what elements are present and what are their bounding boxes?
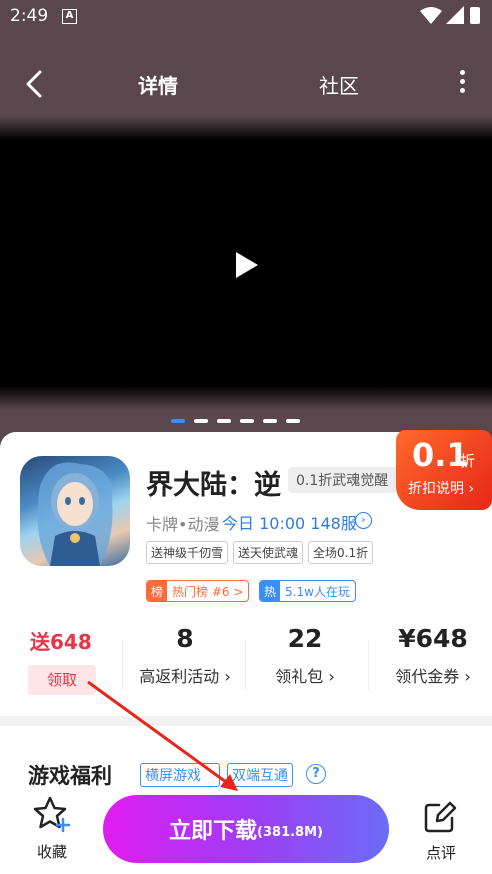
rebate-stat[interactable]: 8 高返利活动 › [135,624,235,687]
stat-separator [368,640,369,690]
discount-tag: 0.1折武魂觉醒 [288,467,398,493]
rank-badge[interactable]: 榜 热门榜 #6 > [146,580,250,602]
landscape-tag: 横屏游戏 [140,763,220,787]
rank-badge-key: 榜 [147,581,168,601]
hot-badge-key: 热 [260,581,281,601]
gift-amount: 送648 [30,630,92,654]
rebate-label[interactable]: 高返利活动 › [135,663,235,687]
claim-button[interactable]: 领取 [28,665,96,695]
gift-packs-count: 22 [287,624,323,653]
rank-badge-value: 热门榜 #6 > [172,585,244,599]
welfare-title: 游戏福利 [28,764,112,788]
carousel-dot[interactable] [171,419,185,423]
game-genre: 卡牌•动漫 [146,515,220,534]
gift-packs-label[interactable]: 领礼包 › [260,663,350,687]
gift-packs-stat[interactable]: 22 领礼包 › [260,624,350,687]
play-icon[interactable] [236,252,258,278]
star-add-icon [33,796,71,833]
favorite-label: 收藏 [36,843,67,861]
carousel-dot[interactable] [286,419,300,423]
stat-separator [122,640,123,690]
carousel-dots[interactable] [171,419,300,423]
hot-badge: 热 5.1w人在玩 [259,580,356,602]
bottom-action-bar: 收藏 立即下载 (381.8M) 点评 [0,790,492,874]
carousel-dot[interactable] [194,419,208,423]
discount-unit: 折 [460,452,476,470]
game-name: 界大陆：逆转 [146,470,281,499]
download-button[interactable]: 立即下载 (381.8M) [103,795,389,863]
edit-review-icon [424,801,457,833]
discount-corner-badge[interactable]: 0.1 折 折扣说明 › [396,430,492,510]
game-tag: 送神级千仞雪 [146,541,229,564]
voucher-stat[interactable]: ¥648 领代金券 › [386,624,480,687]
video-player[interactable] [0,116,492,410]
game-tag: 送天使武魂 [233,541,304,564]
game-tag: 全场0.1折 [308,541,374,564]
download-label: 立即下载 [169,819,258,844]
more-options-icon[interactable] [452,70,472,98]
discount-explanation-link[interactable]: 折扣说明 › [408,478,474,498]
download-size: (381.8M) [257,824,323,840]
status-time: 2:49 [10,6,49,26]
help-icon[interactable]: ? [306,764,326,784]
server-open-time[interactable]: 今日 10:00 148服 [222,510,357,534]
back-arrow-icon[interactable] [20,68,50,100]
cross-platform-tag: 双端互通 [227,763,293,787]
signal-icon [446,6,464,24]
voucher-amount: ¥648 [398,624,468,653]
tab-details[interactable]: 详情 [138,70,178,99]
section-divider [0,716,492,726]
stat-separator [245,640,246,690]
game-tags: 送神级千仞雪 送天使武魂 全场0.1折 [146,541,374,564]
video-fade-top [0,116,492,140]
status-bar: 2:49 A [0,0,492,34]
gift-stat: 送648 [30,624,110,655]
rebate-count: 8 [176,624,194,653]
carousel-dot[interactable] [240,419,254,423]
wifi-icon [420,7,442,24]
battery-icon [470,7,480,24]
chevron-right-circle-icon[interactable]: › [355,512,372,529]
voucher-label[interactable]: 领代金券 › [386,663,480,687]
carousel-dot[interactable] [217,419,231,423]
review-label: 点评 [425,844,456,862]
hot-badge-value: 5.1w人在玩 [285,585,350,599]
favorite-button[interactable]: 收藏 [26,795,78,862]
top-nav: 详情 社区 [0,56,492,112]
review-button[interactable]: 点评 [416,800,466,863]
game-icon [20,456,130,566]
video-fade-bottom [0,386,492,410]
tab-community[interactable]: 社区 [319,70,359,99]
notification-a-icon: A [62,9,77,24]
carousel-dot[interactable] [263,419,277,423]
